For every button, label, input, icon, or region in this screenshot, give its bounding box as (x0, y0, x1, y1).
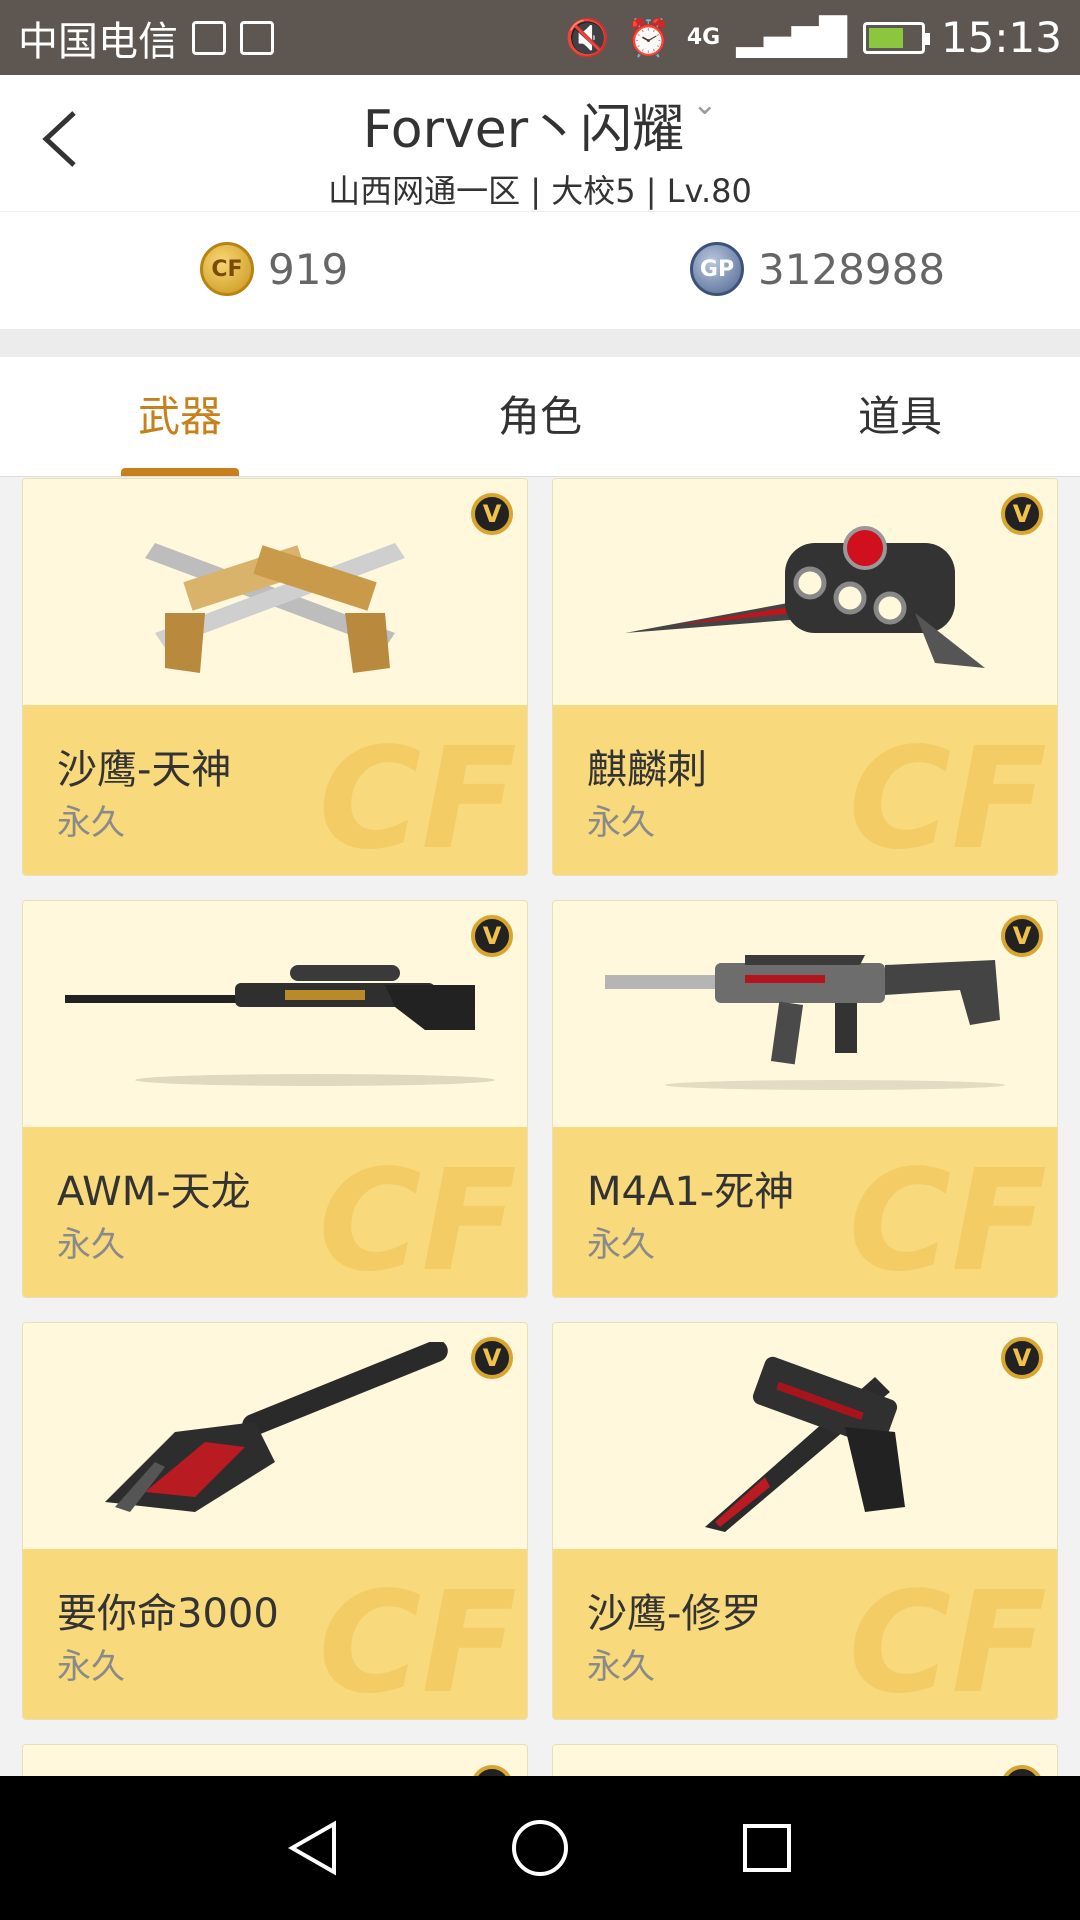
item-duration: 永久 (587, 803, 655, 843)
item-info: CF 沙鹰-修罗 永久 (553, 1549, 1057, 1719)
item-duration: 永久 (57, 803, 125, 843)
vip-badge-icon: V (1001, 1337, 1043, 1379)
item-info: CF 要你命3000 永久 (23, 1549, 527, 1719)
tab-characters[interactable]: 角色 (360, 357, 720, 476)
nav-home-button[interactable] (510, 1818, 570, 1878)
player-info: 山西网通一区 | 大校5 | Lv.80 (328, 172, 752, 210)
weapon-image (23, 1323, 527, 1551)
alarm-icon: ⏰ (626, 17, 671, 59)
item-name: AWM-天龙 (57, 1169, 251, 1215)
carrier-label: 中国电信 (18, 18, 178, 65)
vip-badge-icon: V (1001, 915, 1043, 957)
account-switcher[interactable]: Forver丶闪耀 ⌄ (0, 87, 1080, 162)
battery-icon (862, 21, 930, 54)
category-tabs: 武器 角色 道具 (0, 357, 1080, 477)
item-duration: 永久 (57, 1225, 125, 1265)
status-bar: 中国电信 🔇 ⏰ 4G ▂▄▆█ 15:13 (0, 0, 1080, 75)
item-card[interactable] (552, 1744, 1058, 1776)
gp-points-value: 3128988 (758, 244, 946, 294)
item-duration: 永久 (587, 1225, 655, 1265)
signal-icon: ▂▄▆█ (736, 17, 847, 58)
cf-points-value: 919 (268, 244, 349, 294)
item-name: 沙鹰-天神 (57, 747, 232, 793)
item-duration: 永久 (587, 1647, 655, 1687)
item-info: CF 沙鹰-天神 永久 (23, 705, 527, 875)
weapon-image (553, 1323, 1057, 1551)
vip-badge-icon (471, 1765, 513, 1776)
vip-badge-icon: V (471, 915, 513, 957)
gp-coin-icon: GP (690, 242, 744, 296)
item-name: 麒麟刺 (587, 747, 707, 793)
weapon-image (23, 901, 527, 1129)
nav-recents-button[interactable] (737, 1818, 797, 1878)
cf-logo-watermark: CF (848, 1140, 1047, 1298)
vip-badge-icon: V (471, 493, 513, 535)
gp-points: GP 3128988 (690, 242, 945, 296)
section-divider (0, 329, 1080, 357)
vip-badge-icon (1001, 1765, 1043, 1776)
item-info: CF AWM-天龙 永久 (23, 1127, 527, 1297)
cf-logo-watermark: CF (848, 718, 1047, 876)
tab-weapons[interactable]: 武器 (0, 357, 360, 476)
cf-logo-watermark: CF (318, 1562, 517, 1720)
item-card[interactable]: V CF 麒麟刺 永久 (552, 478, 1058, 876)
currency-bar: CF 919 GP 3128988 (0, 211, 1080, 329)
network-type: 4G (686, 24, 721, 50)
cf-logo-watermark: CF (318, 718, 517, 876)
item-card[interactable]: V CF 要你命3000 永久 (22, 1322, 528, 1720)
mute-icon: 🔇 (565, 17, 610, 59)
item-grid[interactable]: V CF 沙鹰-天神 永久 V CF 麒麟刺 永久 V CF AWM-天龙 永久… (0, 478, 1080, 1776)
triangle-back-icon (288, 1820, 337, 1876)
nav-back-button[interactable] (283, 1818, 343, 1878)
weapon-image (553, 479, 1057, 707)
item-info: CF M4A1-死神 永久 (553, 1127, 1057, 1297)
vip-badge-icon: V (471, 1337, 513, 1379)
circle-home-icon (511, 1820, 568, 1876)
item-name: 沙鹰-修罗 (587, 1591, 762, 1637)
item-card[interactable]: V CF M4A1-死神 永久 (552, 900, 1058, 1298)
item-card[interactable]: V CF AWM-天龙 永久 (22, 900, 528, 1298)
item-name: M4A1-死神 (587, 1169, 795, 1215)
weapon-image (23, 479, 527, 707)
image-icon (240, 20, 274, 55)
item-info: CF 麒麟刺 永久 (553, 705, 1057, 875)
cf-logo-watermark: CF (318, 1140, 517, 1298)
item-card[interactable]: V CF 沙鹰-修罗 永久 (552, 1322, 1058, 1720)
item-duration: 永久 (57, 1647, 125, 1687)
player-name: Forver丶闪耀 (362, 100, 685, 160)
weapon-image (553, 901, 1057, 1129)
tab-props[interactable]: 道具 (720, 357, 1080, 476)
item-card[interactable]: V CF 沙鹰-天神 永久 (22, 478, 528, 876)
item-name: 要你命3000 (57, 1591, 279, 1637)
vip-badge-icon: V (1001, 493, 1043, 535)
cf-points: CF 919 (200, 242, 348, 296)
square-recents-icon (742, 1824, 791, 1872)
item-card[interactable] (22, 1744, 528, 1776)
cf-logo-watermark: CF (848, 1562, 1047, 1720)
system-nav-bar (0, 1776, 1080, 1920)
upload-icon (192, 20, 226, 55)
profile-header: Forver丶闪耀 ⌄ 山西网通一区 | 大校5 | Lv.80 (0, 75, 1080, 211)
clock: 15:13 (940, 13, 1062, 62)
cf-coin-icon: CF (200, 242, 254, 296)
chevron-down-icon: ⌄ (692, 87, 718, 122)
